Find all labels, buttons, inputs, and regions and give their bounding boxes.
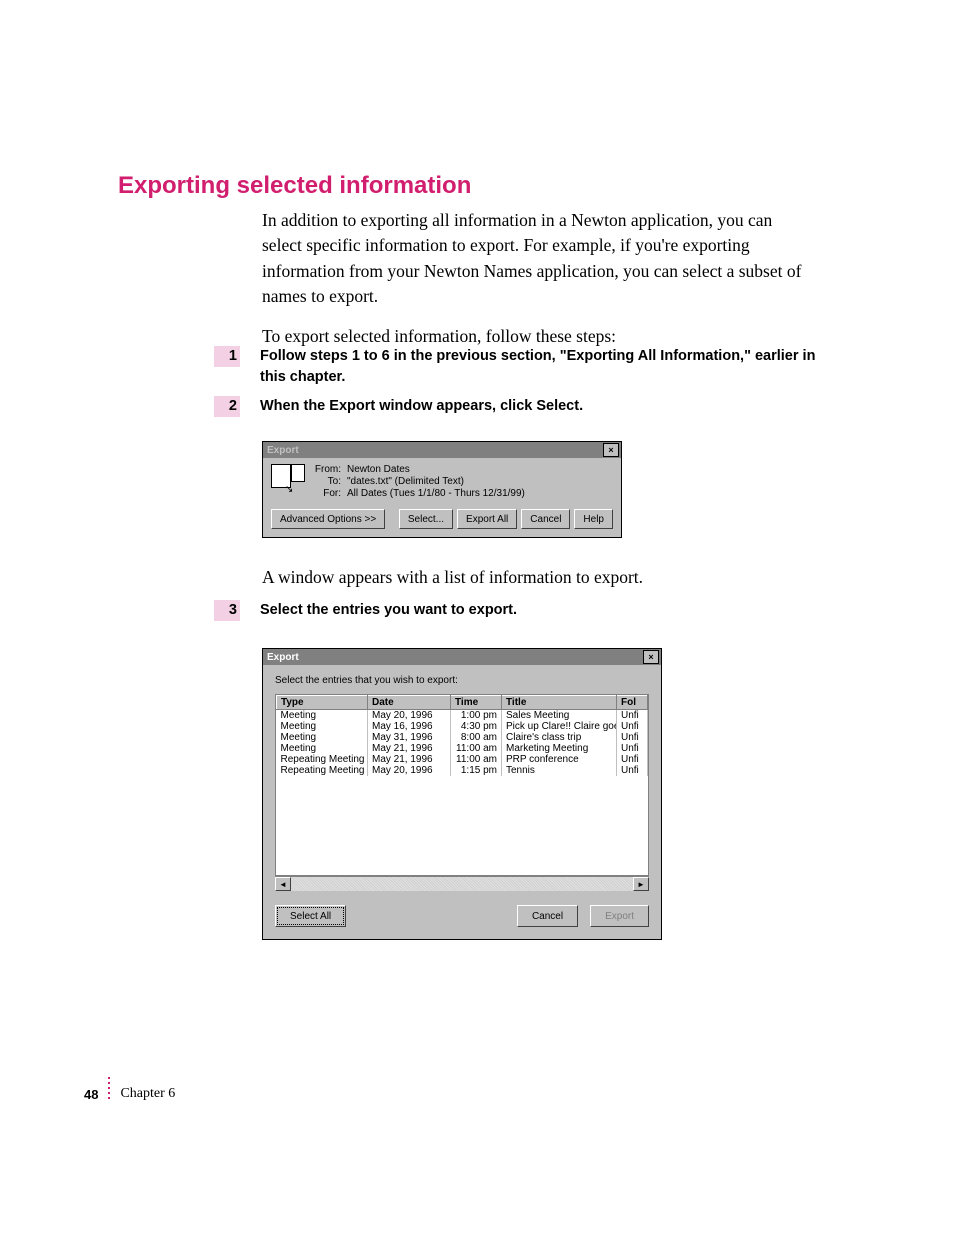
for-label: For: — [311, 488, 341, 499]
cell-type: Repeating Meeting — [277, 765, 368, 776]
cell-time: 4:30 pm — [451, 721, 502, 732]
cell-date: May 16, 1996 — [368, 721, 451, 732]
to-label: To: — [311, 476, 341, 487]
col-header-title[interactable]: Title — [502, 696, 617, 710]
step-number-2: 2 — [214, 396, 240, 417]
cell-title: Pick up Clare!! Claire goes to ballet — [502, 721, 617, 732]
cell-time: 1:00 pm — [451, 710, 502, 722]
cell-title: Marketing Meeting — [502, 743, 617, 754]
cell-title: PRP conference — [502, 754, 617, 765]
titlebar: Export × — [263, 649, 661, 665]
cell-type: Meeting — [277, 743, 368, 754]
entries-table[interactable]: Type Date Time Title Fol MeetingMay 20, … — [275, 694, 649, 876]
cell-fol: Unfi — [617, 765, 648, 776]
cell-type: Meeting — [277, 710, 368, 722]
cell-fol: Unfi — [617, 721, 648, 732]
col-header-date[interactable]: Date — [368, 696, 451, 710]
cell-date: May 20, 1996 — [368, 765, 451, 776]
col-header-type[interactable]: Type — [277, 696, 368, 710]
cancel-button[interactable]: Cancel — [517, 905, 578, 927]
decorative-dots — [108, 1077, 110, 1099]
col-header-time[interactable]: Time — [451, 696, 502, 710]
cell-date: May 31, 1996 — [368, 732, 451, 743]
paragraph-1: In addition to exporting all information… — [262, 208, 802, 310]
table-row[interactable]: MeetingMay 16, 19964:30 pmPick up Clare!… — [277, 721, 648, 732]
step-number-1: 1 — [214, 346, 240, 367]
cell-date: May 21, 1996 — [368, 743, 451, 754]
cell-title: Sales Meeting — [502, 710, 617, 722]
export-all-button[interactable]: Export All — [457, 509, 517, 529]
table-row[interactable]: Repeating MeetingMay 20, 19961:15 pmTenn… — [277, 765, 648, 776]
horizontal-scrollbar[interactable]: ◄ ► — [275, 876, 649, 891]
from-label: From: — [311, 464, 341, 475]
cell-title: Tennis — [502, 765, 617, 776]
cell-time: 1:15 pm — [451, 765, 502, 776]
step-text-2: When the Export window appears, click Se… — [260, 396, 816, 417]
step-number-3: 3 — [214, 600, 240, 621]
mid-paragraph: A window appears with a list of informat… — [262, 567, 643, 588]
select-all-button[interactable]: Select All — [275, 905, 346, 927]
cancel-button[interactable]: Cancel — [521, 509, 570, 529]
export-list-dialog: Export × Select the entries that you wis… — [262, 648, 662, 940]
cell-type: Meeting — [277, 732, 368, 743]
window-title: Export — [267, 652, 299, 663]
chapter-label: Chapter 6 — [120, 1086, 175, 1102]
page-footer: 48 Chapter 6 — [84, 1086, 175, 1102]
for-value: All Dates (Tues 1/1/80 - Thurs 12/31/99) — [347, 488, 525, 499]
cell-type: Repeating Meeting — [277, 754, 368, 765]
advanced-options-button[interactable]: Advanced Options >> — [271, 509, 385, 529]
scroll-left-icon[interactable]: ◄ — [275, 877, 291, 891]
table-row[interactable]: Repeating MeetingMay 21, 199611:00 amPRP… — [277, 754, 648, 765]
transfer-icon: ↘ — [271, 464, 305, 494]
step-text-3: Select the entries you want to export. — [260, 600, 816, 621]
cell-fol: Unfi — [617, 732, 648, 743]
window-title: Export — [267, 445, 299, 456]
cell-time: 11:00 am — [451, 754, 502, 765]
cell-date: May 20, 1996 — [368, 710, 451, 722]
cell-date: May 21, 1996 — [368, 754, 451, 765]
cell-time: 11:00 am — [451, 743, 502, 754]
page-number: 48 — [84, 1087, 98, 1102]
to-value: "dates.txt" (Delimited Text) — [347, 476, 464, 487]
close-icon[interactable]: × — [603, 443, 619, 457]
cell-title: Claire's class trip — [502, 732, 617, 743]
table-row[interactable]: MeetingMay 31, 19968:00 amClaire's class… — [277, 732, 648, 743]
table-row[interactable]: MeetingMay 20, 19961:00 pmSales MeetingU… — [277, 710, 648, 722]
help-button[interactable]: Help — [574, 509, 613, 529]
section-heading: Exporting selected information — [118, 172, 471, 200]
cell-fol: Unfi — [617, 754, 648, 765]
titlebar: Export × — [263, 442, 621, 458]
export-dialog-small: Export × ↘ From: Newton Dates To: "dates… — [262, 441, 622, 538]
close-icon[interactable]: × — [643, 650, 659, 664]
scroll-right-icon[interactable]: ► — [633, 877, 649, 891]
table-row[interactable]: MeetingMay 21, 199611:00 amMarketing Mee… — [277, 743, 648, 754]
cell-type: Meeting — [277, 721, 368, 732]
cell-time: 8:00 am — [451, 732, 502, 743]
instruction-text: Select the entries that you wish to expo… — [275, 675, 649, 686]
step-text-1: Follow steps 1 to 6 in the previous sect… — [260, 346, 816, 388]
select-button[interactable]: Select... — [399, 509, 453, 529]
export-button[interactable]: Export — [590, 905, 649, 927]
cell-fol: Unfi — [617, 743, 648, 754]
cell-fol: Unfi — [617, 710, 648, 722]
col-header-folder[interactable]: Fol — [617, 696, 648, 710]
from-value: Newton Dates — [347, 464, 410, 475]
